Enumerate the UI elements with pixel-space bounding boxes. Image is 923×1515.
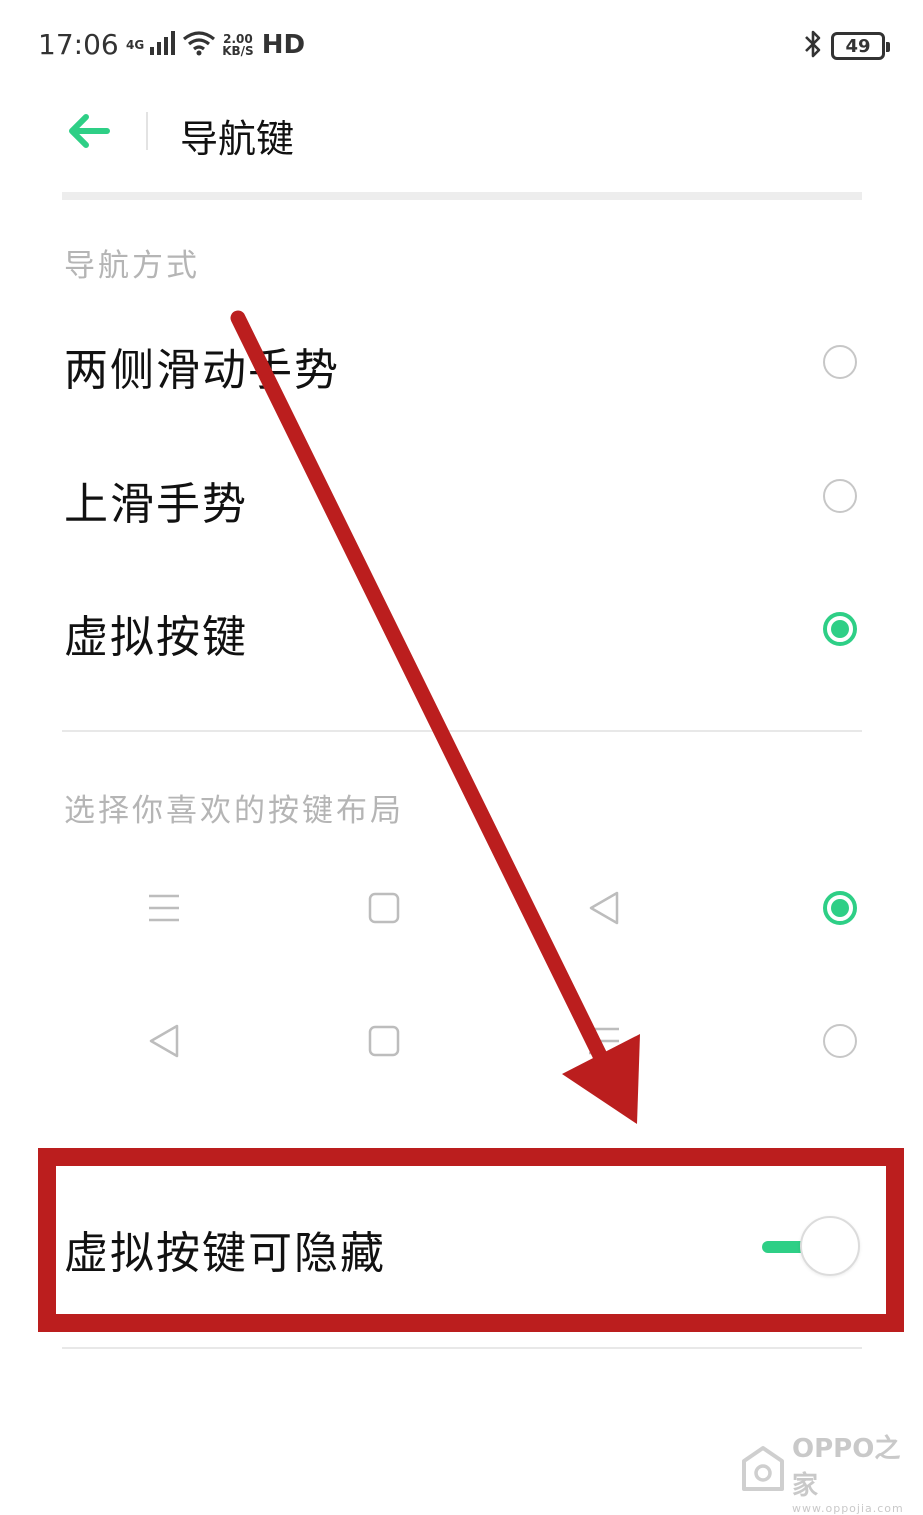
nav-option-label: 上滑手势 <box>64 479 248 530</box>
annotation-highlight-box <box>38 1148 904 1332</box>
status-time: 17:06 <box>38 28 119 61</box>
back-arrow-icon <box>67 113 111 153</box>
bottom-divider <box>62 1347 862 1349</box>
layout-radio[interactable] <box>823 1024 857 1058</box>
wifi-icon <box>182 30 216 60</box>
watermark-url: www.oppojia.com <box>792 1502 904 1515</box>
hd-label: HD <box>261 30 306 60</box>
signal-icon <box>150 31 176 59</box>
battery-icon: 49 <box>831 32 890 60</box>
nav-option-swipe-up[interactable]: 上滑手势 <box>0 444 923 548</box>
nav-option-label: 两侧滑动手势 <box>64 345 340 396</box>
header-separator <box>62 192 862 200</box>
watermark-logo-icon <box>740 1445 786 1499</box>
layout-section-label: 选择你喜欢的按键布局 <box>64 793 404 829</box>
square-icon <box>364 888 404 928</box>
watermark-text: OPPO之家 www.oppojia.com <box>792 1428 923 1515</box>
network-type: 4G <box>126 38 145 52</box>
page-title: 导航键 <box>180 117 295 161</box>
watermark: OPPO之家 www.oppojia.com <box>740 1428 923 1515</box>
nav-option-radio[interactable] <box>823 345 857 379</box>
status-right: 49 <box>803 28 890 64</box>
nav-option-radio-selected[interactable] <box>823 612 857 646</box>
layout-option-2[interactable] <box>0 993 923 1089</box>
layout-radio-selected[interactable] <box>823 891 857 925</box>
watermark-brand: OPPO之家 <box>792 1434 901 1501</box>
layout-option-1[interactable] <box>0 860 923 956</box>
speed-unit: KB/S <box>222 44 254 58</box>
menu-icon <box>584 1021 624 1061</box>
nav-option-virtual-keys[interactable]: 虚拟按键 <box>0 577 923 681</box>
nav-option-side-gesture[interactable]: 两侧滑动手势 <box>0 310 923 414</box>
triangle-back-icon <box>584 888 624 928</box>
bluetooth-icon <box>803 28 823 64</box>
nav-option-label: 虚拟按键 <box>64 612 248 663</box>
network-speed: 2.00 KB/S <box>222 33 253 57</box>
battery-level: 49 <box>845 35 871 57</box>
navigation-section-label: 导航方式 <box>64 248 200 284</box>
header-divider <box>146 112 148 150</box>
nav-option-radio[interactable] <box>823 479 857 513</box>
back-button[interactable] <box>56 108 122 158</box>
square-icon <box>364 1021 404 1061</box>
section-divider <box>62 730 862 732</box>
menu-icon <box>144 888 184 928</box>
network-status: 4G 2.00 KB/S HD <box>126 30 305 60</box>
triangle-back-icon <box>144 1021 184 1061</box>
